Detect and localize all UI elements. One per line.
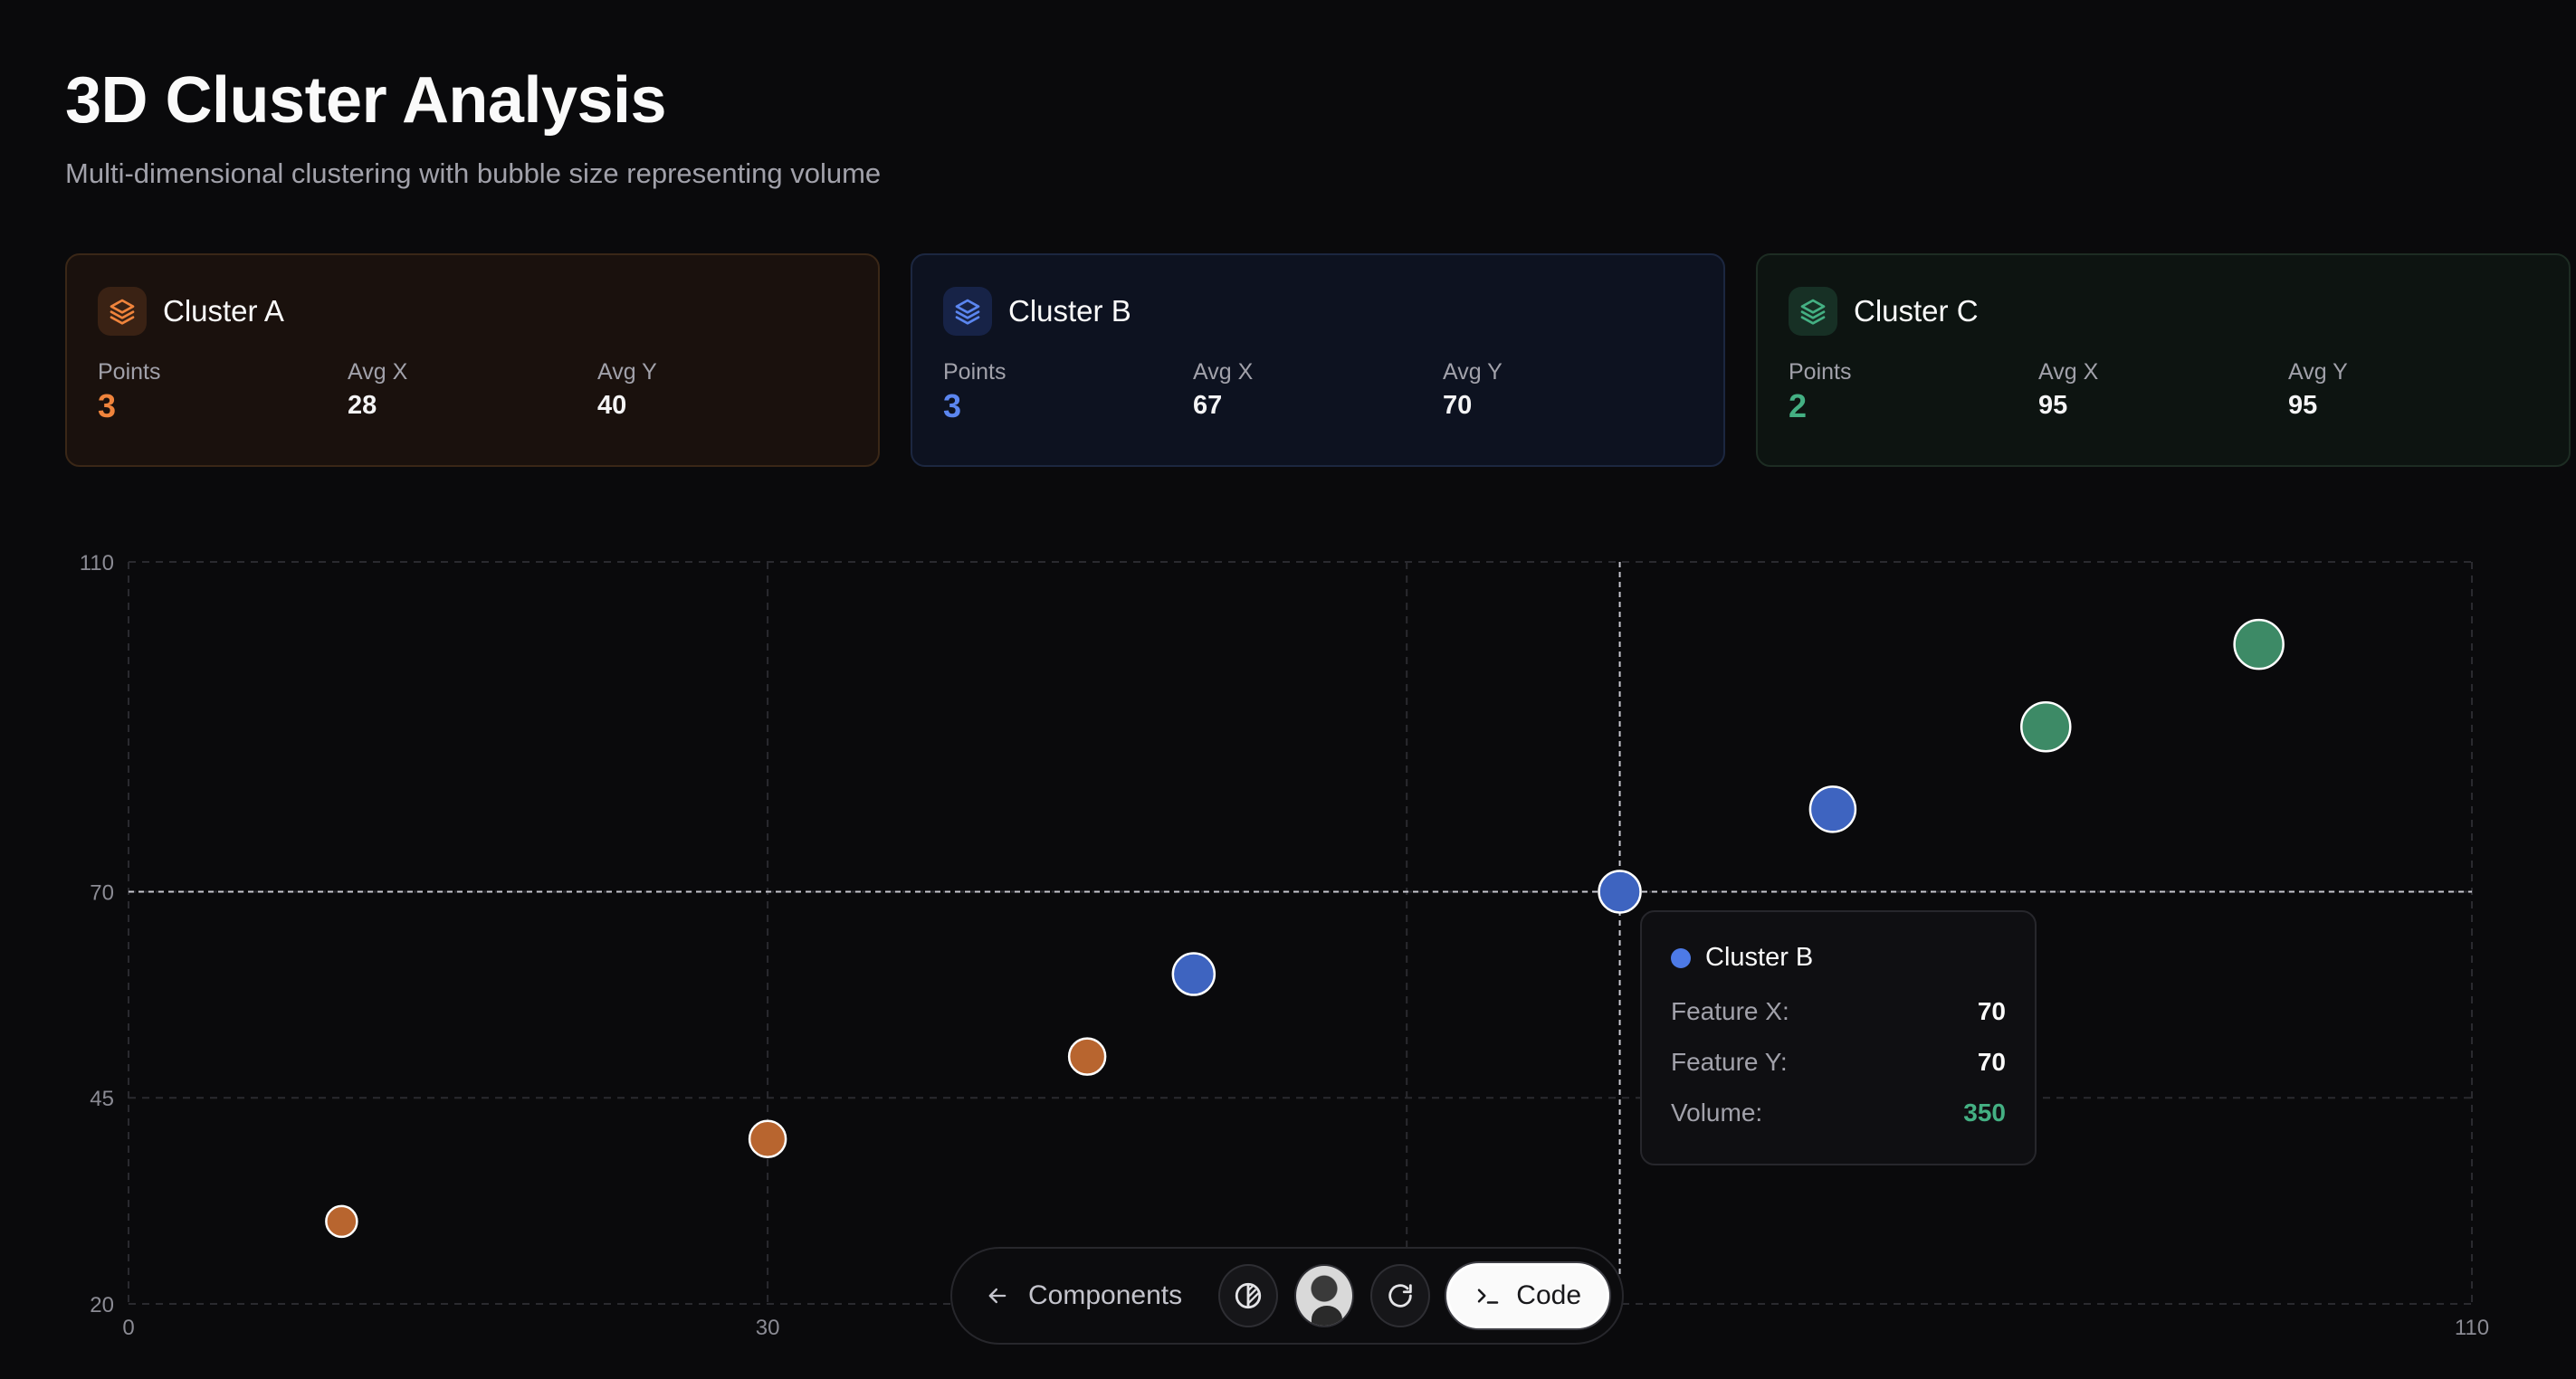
card-title: Cluster A [163,294,284,328]
avg-x-value: 67 [1193,391,1223,420]
refresh-icon [1388,1284,1413,1308]
series-color-dot [1671,947,1691,968]
avg-y-label: Avg Y [597,359,657,385]
points-value: 3 [943,387,962,424]
tooltip-label: Feature X: [1671,997,1789,1025]
code-button[interactable]: Code [1446,1263,1610,1328]
data-point [325,1204,358,1239]
data-point [748,1119,787,1159]
avg-y-value: 40 [597,391,627,420]
code-label: Code [1516,1280,1582,1310]
cluster-c-card: Cluster C Points 2 Avg X 95 Avg Y 95 [1756,253,2571,467]
y-tick-label: 20 [90,1293,114,1317]
avg-y-label: Avg Y [1443,359,1503,385]
page: 3D Cluster Analysis Multi-dimensional cl… [0,0,2576,1379]
tooltip-value: 70 [1977,997,2006,1025]
refresh-button[interactable] [1370,1264,1431,1327]
x-tick-label: 0 [122,1316,134,1340]
page-subtitle: Multi-dimensional clustering with bubble… [65,157,882,189]
cluster-a-card: Cluster A Points 3 Avg X 28 Avg Y 40 [65,253,880,467]
data-point [2233,618,2285,670]
data-point [1171,952,1216,996]
data-point [1067,1037,1107,1076]
avg-x-value: 28 [348,391,377,420]
points-label: Points [1789,359,1852,385]
avatar[interactable] [1294,1264,1355,1327]
tooltip-value: 350 [1963,1098,2006,1127]
points-value: 3 [98,387,117,424]
y-tick-label: 110 [80,551,114,575]
tooltip-row-feature-y: Feature Y: 70 [1671,1048,2006,1076]
tooltip-title: Cluster B [1705,943,1814,972]
tooltip-row-volume: Volume: 350 [1671,1098,2006,1127]
data-point [1598,870,1642,914]
points-value: 2 [1789,387,1808,424]
points-label: Points [98,359,161,385]
theme-toggle-button[interactable] [1218,1264,1279,1327]
x-tick-label: 30 [756,1316,780,1340]
avg-y-label: Avg Y [2288,359,2348,385]
page-title: 3D Cluster Analysis [65,64,667,137]
avg-x-label: Avg X [348,359,408,385]
y-tick-label: 45 [90,1087,114,1111]
tooltip-row-feature-x: Feature X: 70 [1671,997,2006,1025]
x-tick-label: 110 [2455,1316,2489,1340]
back-to-components-button[interactable]: Components [985,1280,1182,1311]
cluster-summary-cards: Cluster A Points 3 Avg X 28 Avg Y 40 Cluste… [65,253,2571,467]
data-point [2020,700,2072,753]
tooltip-value: 70 [1977,1048,2006,1076]
y-tick-label: 70 [90,880,114,905]
card-title: Cluster C [1854,294,1979,328]
tooltip-label: Feature Y: [1671,1048,1788,1076]
layers-icon [943,287,992,336]
arrow-left-icon [988,1288,1007,1304]
avg-y-value: 95 [2288,391,2318,420]
chart-tooltip: Cluster B Feature X: 70 Feature Y: 70 Vo… [1640,910,2037,1165]
terminal-icon [1478,1289,1499,1304]
bottom-toolbar: Components Code [950,1247,1624,1345]
avg-x-label: Avg X [1193,359,1254,385]
data-point [1808,785,1857,833]
contrast-icon [1235,1282,1262,1309]
avg-x-value: 95 [2038,391,2068,420]
layers-icon [98,287,147,336]
tooltip-label: Volume: [1671,1098,1763,1127]
avg-x-label: Avg X [2038,359,2099,385]
points-label: Points [943,359,1007,385]
layers-icon [1789,287,1837,336]
avg-y-value: 70 [1443,391,1473,420]
card-title: Cluster B [1008,294,1131,328]
cluster-b-card: Cluster B Points 3 Avg X 67 Avg Y 70 [911,253,1725,467]
back-label: Components [1028,1280,1183,1310]
